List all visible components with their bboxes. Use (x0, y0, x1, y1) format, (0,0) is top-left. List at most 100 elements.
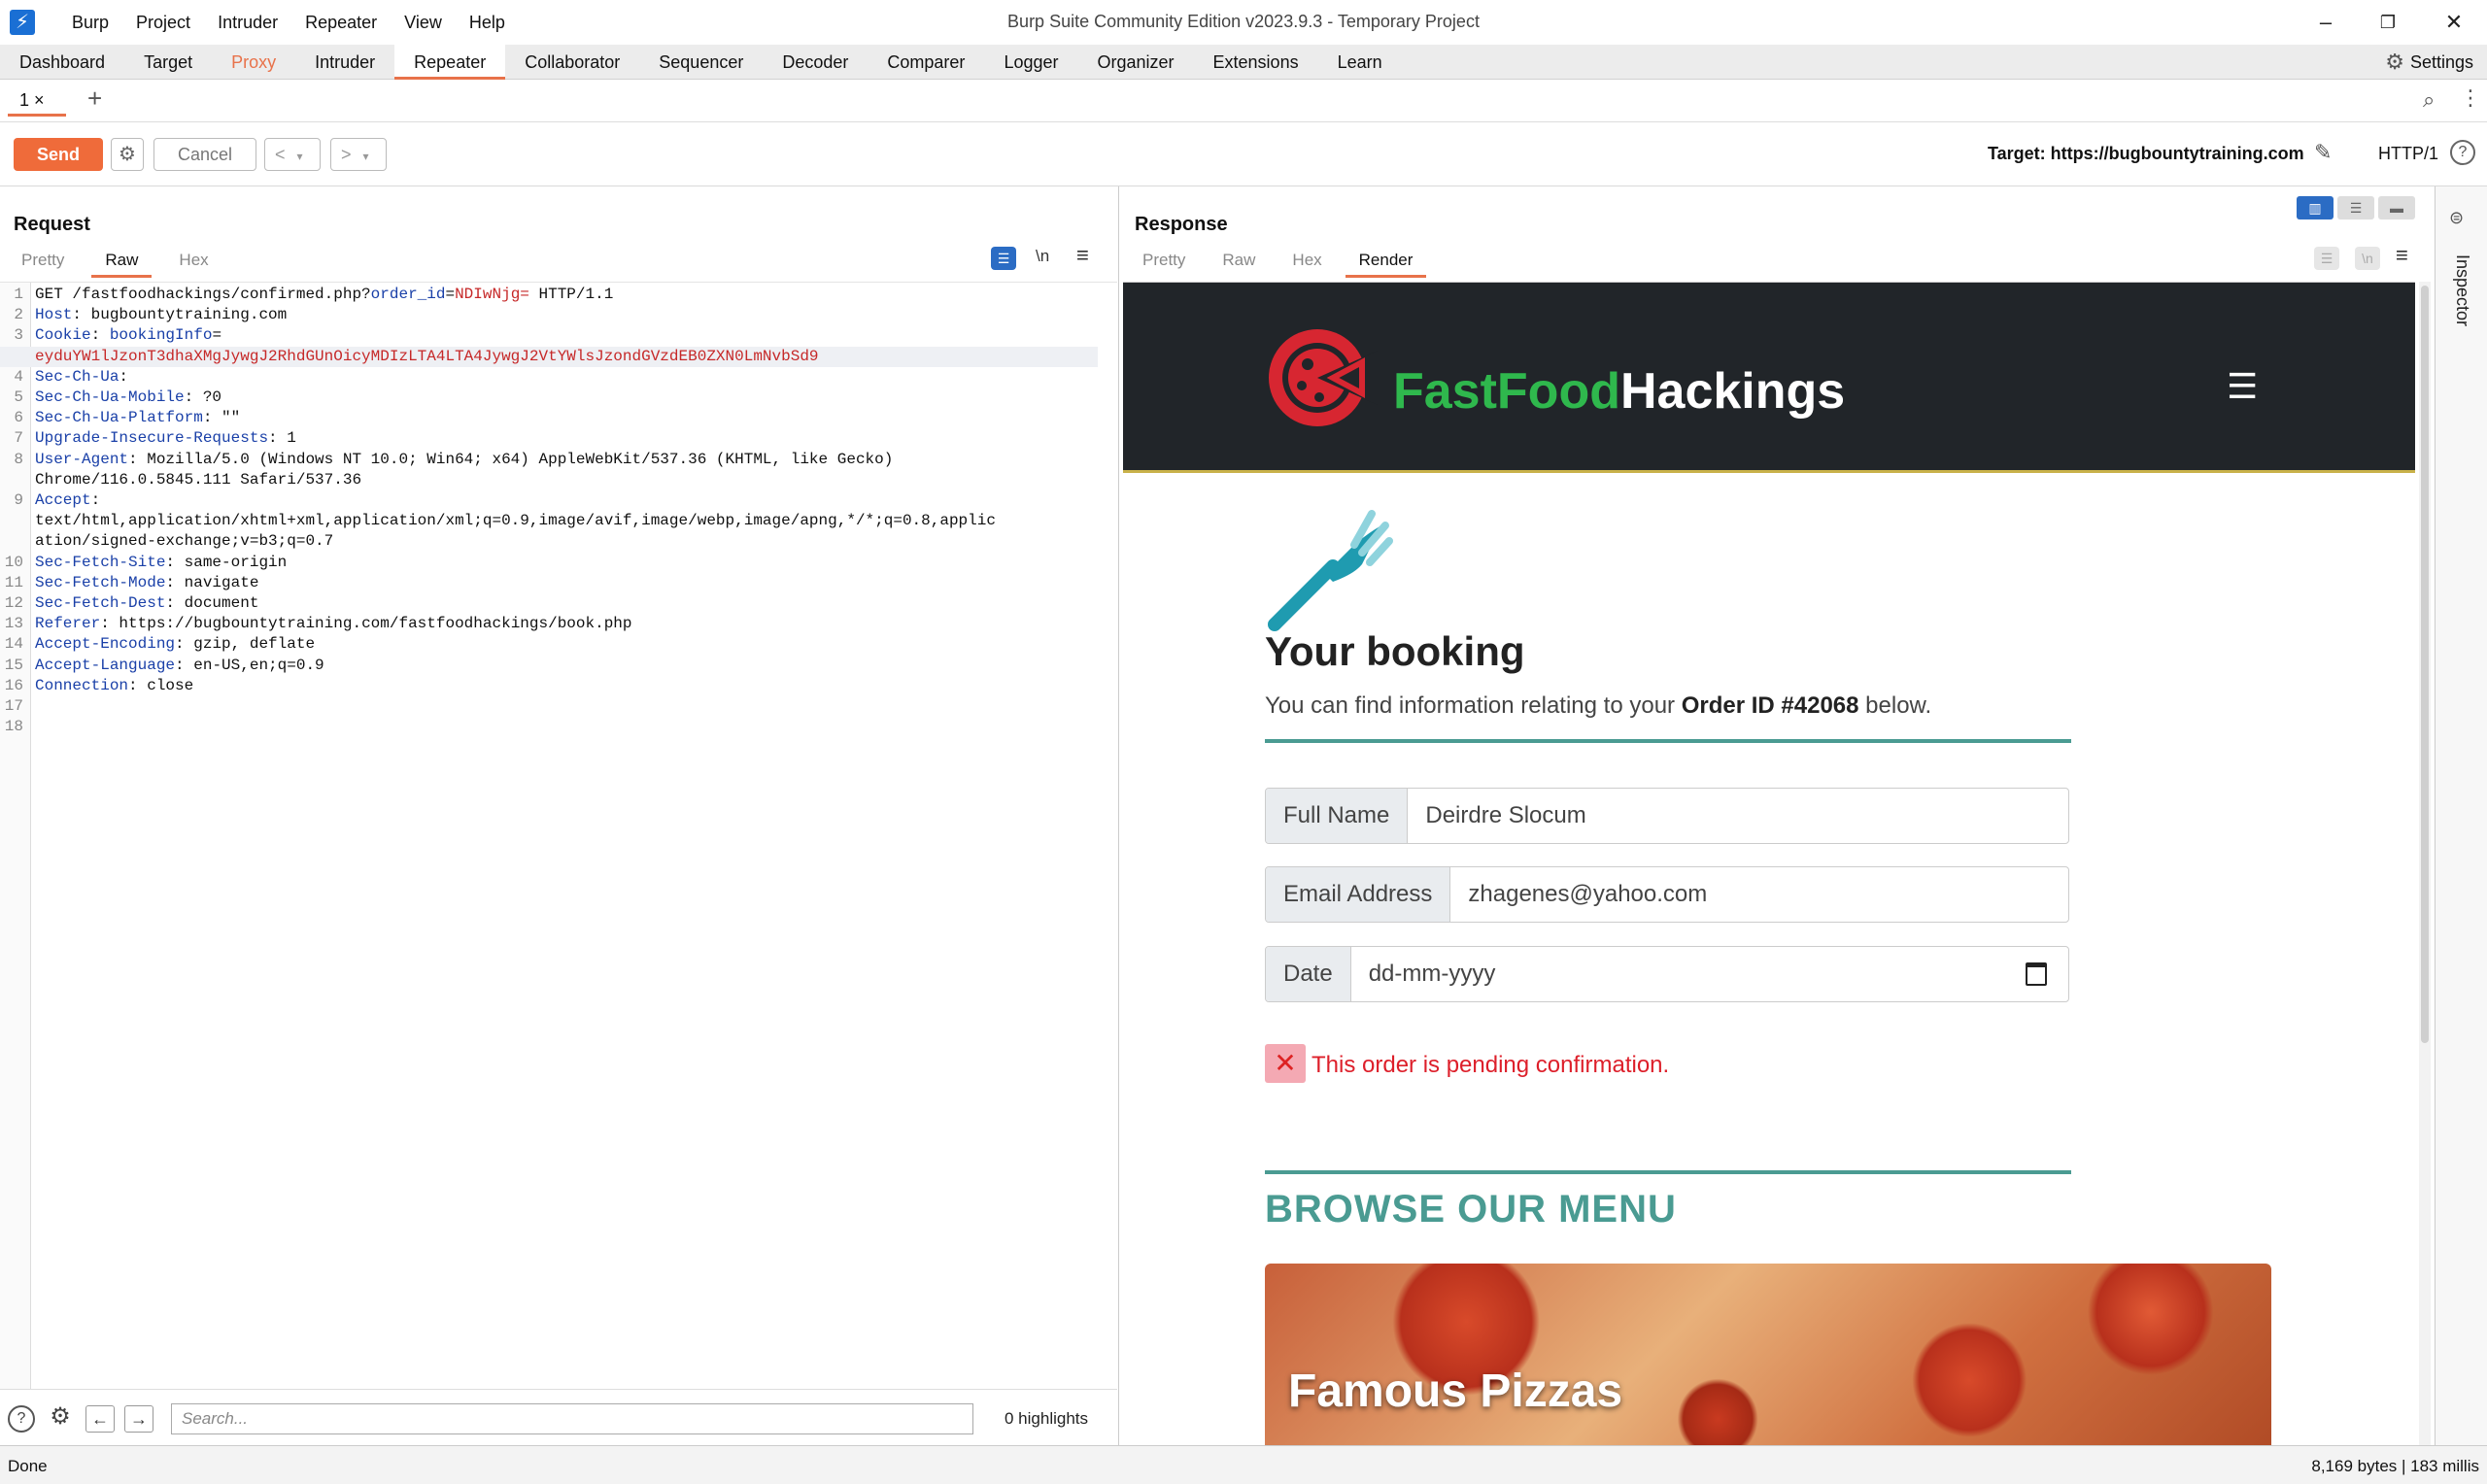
full-name-label: Full Name (1266, 789, 1409, 843)
tab-logger[interactable]: Logger (984, 45, 1077, 80)
menu-view[interactable]: View (391, 13, 456, 33)
tab-target[interactable]: Target (124, 45, 212, 80)
line-number: 12 (4, 594, 23, 612)
restore-icon[interactable]: ❐ (2367, 8, 2409, 37)
scrollbar-thumb[interactable] (2421, 286, 2429, 1043)
settings-gear-icon[interactable]: ⚙ (47, 1405, 74, 1433)
line-number: 7 (14, 429, 23, 448)
close-icon[interactable]: ✕ (2433, 8, 2475, 37)
layout-side-by-side-icon[interactable]: ▥ (2297, 196, 2334, 219)
line-text: GET /fastfoodhackings/confirmed.php?orde… (35, 286, 614, 303)
hamburger-menu-icon[interactable]: ≡ (1076, 243, 1089, 268)
response-size-time: 8,169 bytes | 183 millis (2311, 1457, 2479, 1475)
response-tab-raw[interactable]: Raw (1209, 249, 1269, 278)
intro-tail: below. (1858, 692, 1932, 719)
code-line: 14 Accept-Encoding: gzip, deflate (0, 634, 1098, 655)
send-options-gear-icon[interactable]: ⚙ (111, 138, 144, 171)
site-brand[interactable]: FastFoodHackings (1393, 362, 1845, 421)
wrap-lines-icon[interactable]: ☰ (991, 247, 1016, 270)
code-line: Chrome/116.0.5845.111 Safari/537.36 (0, 470, 1098, 490)
add-tab-button[interactable]: + (87, 84, 102, 114)
edit-pencil-icon[interactable]: ✎ (2314, 140, 2332, 165)
request-tab-raw[interactable]: Raw (91, 249, 153, 278)
help-icon[interactable]: ? (8, 1405, 35, 1433)
full-name-field[interactable]: Deirdre Slocum (1408, 789, 2068, 843)
tab-collaborator[interactable]: Collaborator (505, 45, 639, 80)
response-tab-hex[interactable]: Hex (1278, 249, 1335, 278)
code-line: 3 Cookie: bookingInfo= (0, 325, 1098, 346)
settings-button[interactable]: ⚙ Settings (2385, 45, 2473, 80)
line-number: 4 (14, 367, 23, 386)
tab-extensions[interactable]: Extensions (1194, 45, 1318, 80)
line-number: 15 (4, 656, 23, 674)
line-text: Host: bugbountytraining.com (35, 306, 288, 324)
target-label[interactable]: Target: https://bugbountytraining.com (1988, 144, 2304, 164)
line-text: Sec-Ch-Ua-Platform: "" (35, 409, 241, 427)
tab-comparer[interactable]: Comparer (868, 45, 984, 80)
request-editor[interactable]: 1 GET /fastfoodhackings/confirmed.php?ord… (0, 282, 1117, 1389)
tab-repeater[interactable]: Repeater (394, 44, 506, 80)
tab-learn[interactable]: Learn (1318, 45, 1402, 80)
tab-decoder[interactable]: Decoder (763, 45, 868, 80)
search-icon[interactable]: ⌕ (2423, 87, 2435, 113)
line-number: 13 (4, 615, 23, 633)
date-label: Date (1266, 947, 1351, 1001)
line-text: Chrome/116.0.5845.111 Safari/537.36 (35, 470, 362, 489)
brand-part-1: FastFood (1393, 363, 1620, 420)
wrap-lines-icon[interactable]: ☰ (2314, 247, 2339, 270)
calendar-icon[interactable] (2026, 962, 2047, 986)
help-icon[interactable]: ? (2450, 140, 2475, 165)
tab-proxy[interactable]: Proxy (212, 45, 295, 80)
render-scrollbar[interactable] (2419, 282, 2431, 1445)
forward-button[interactable]: > ▾ (330, 138, 387, 171)
code-line: eyduYW1lJzonT3dhaXMgJywgJ2RhdGUnOicyMDIz… (0, 346, 1098, 367)
menu-project[interactable]: Project (122, 13, 204, 33)
request-tab-hex[interactable]: Hex (165, 249, 221, 278)
response-tab-pretty[interactable]: Pretty (1129, 249, 1199, 278)
pizza-logo-icon (1269, 329, 1378, 426)
line-number: 17 (4, 697, 23, 715)
hamburger-menu-icon[interactable]: ≡ (2396, 243, 2408, 268)
kebab-menu-icon[interactable]: ⋮ (2460, 85, 2481, 111)
menu-help[interactable]: Help (456, 13, 519, 33)
inspector-tab[interactable]: Inspector (2449, 254, 2472, 326)
newline-toggle-icon[interactable]: \n (1036, 247, 1049, 266)
search-input[interactable]: Search... (171, 1403, 973, 1434)
line-text: Connection: close (35, 676, 194, 694)
date-field[interactable]: dd-mm-yyyy (1351, 947, 2068, 1001)
email-field[interactable]: zhagenes@yahoo.com (1450, 867, 2068, 922)
pizza-card-image[interactable]: Famous Pizzas (1265, 1264, 2271, 1445)
response-tab-render[interactable]: Render (1345, 249, 1427, 278)
tab-sequencer[interactable]: Sequencer (639, 45, 763, 80)
newline-toggle-icon[interactable]: \n (2355, 247, 2380, 270)
request-panel: Request Pretty Raw Hex ☰ \n ≡ 1 GET /fast… (0, 186, 1119, 1445)
inspector-collapse-icon[interactable]: ⊜ (2449, 208, 2464, 228)
menu-intruder[interactable]: Intruder (204, 13, 291, 33)
previous-match-icon[interactable]: ← (85, 1405, 115, 1433)
tab-dashboard[interactable]: Dashboard (0, 45, 124, 80)
request-view-tabs: Pretty Raw Hex (8, 249, 222, 278)
line-text: Cookie: bookingInfo= (35, 326, 222, 345)
cancel-button[interactable]: Cancel (153, 138, 256, 171)
minimize-icon[interactable]: – (2304, 8, 2347, 37)
email-label: Email Address (1266, 867, 1451, 922)
request-search-bar: ? ⚙ ← → Search... 0 highlights (0, 1389, 1117, 1445)
next-match-icon[interactable]: → (124, 1405, 153, 1433)
layout-tabs-icon[interactable]: ▬ (2378, 196, 2415, 219)
tab-organizer[interactable]: Organizer (1078, 45, 1194, 80)
fork-icon (1268, 510, 1393, 631)
line-text: ation/signed-exchange;v=b3;q=0.7 (35, 532, 334, 551)
tab-intruder[interactable]: Intruder (295, 45, 394, 80)
layout-stacked-icon[interactable]: ☰ (2337, 196, 2374, 219)
site-menu-icon[interactable]: ☰ (2227, 366, 2258, 407)
request-tab-pretty[interactable]: Pretty (8, 249, 78, 278)
send-button[interactable]: Send (14, 138, 103, 171)
http-version-toggle[interactable]: HTTP/1 (2378, 144, 2438, 164)
repeater-tab-1[interactable]: 1 × (8, 85, 66, 117)
menu-bar: Burp Project Intruder Repeater View Help (58, 13, 519, 33)
menu-repeater[interactable]: Repeater (291, 13, 391, 33)
menu-burp[interactable]: Burp (58, 13, 122, 33)
back-button[interactable]: < ▾ (264, 138, 321, 171)
line-text: Accept-Encoding: gzip, deflate (35, 635, 316, 654)
pizza-card-title: Famous Pizzas (1288, 1366, 1623, 1417)
